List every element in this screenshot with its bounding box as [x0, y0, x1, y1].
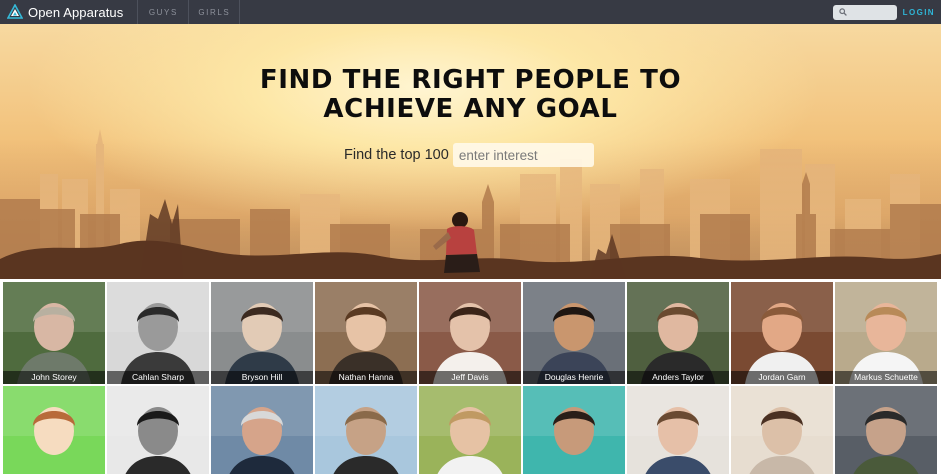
brand-name: Open Apparatus — [28, 4, 124, 20]
profile-photo — [731, 282, 833, 384]
person-tile[interactable] — [419, 386, 521, 474]
top-100-label: Find the top 100 — [344, 147, 449, 163]
profile-photo — [3, 282, 105, 384]
person-name-label: John Storey — [3, 371, 105, 384]
person-tile[interactable] — [835, 386, 937, 474]
profile-photo — [211, 282, 313, 384]
person-name-label: Douglas Henrie — [523, 371, 625, 384]
person-tile[interactable]: Nathan Hanna — [315, 282, 417, 384]
profile-photo — [523, 386, 625, 474]
profile-photo — [107, 386, 209, 474]
interest-search-form: Find the top 100 — [344, 143, 594, 167]
person-name-label: Jeff Davis — [419, 371, 521, 384]
person-name-label: Markus Schuette — [835, 371, 937, 384]
profile-photo — [627, 386, 729, 474]
person-tile[interactable]: Jeff Davis — [419, 282, 521, 384]
person-tile[interactable]: Anders Taylor — [627, 282, 729, 384]
person-tile[interactable] — [315, 386, 417, 474]
profile-photo — [419, 282, 521, 384]
people-photo-grid: John Storey Cahlan Sharp Bryson Hill Nathan… — [3, 282, 941, 474]
nav-search[interactable] — [832, 4, 897, 20]
person-name-label: Nathan Hanna — [315, 371, 417, 384]
hero-headline-line-1: FIND THE RIGHT PEOPLE TO — [259, 65, 682, 95]
profile-photo — [419, 386, 521, 474]
person-tile[interactable] — [3, 386, 105, 474]
profile-photo — [315, 282, 417, 384]
person-tile[interactable]: Cahlan Sharp — [107, 282, 209, 384]
profile-photo — [211, 386, 313, 474]
person-name-label: Bryson Hill — [211, 371, 313, 384]
person-tile[interactable] — [627, 386, 729, 474]
person-tile[interactable]: Bryson Hill — [211, 282, 313, 384]
profile-photo — [627, 282, 729, 384]
search-icon — [838, 7, 847, 16]
profile-photo — [835, 386, 937, 474]
person-tile[interactable] — [523, 386, 625, 474]
person-tile[interactable] — [731, 386, 833, 474]
person-name-label: Anders Taylor — [627, 371, 729, 384]
profile-photo — [107, 282, 209, 384]
hero-headline-line-2: ACHIEVE ANY GOAL — [323, 94, 618, 124]
nav-search-input[interactable] — [847, 4, 896, 20]
person-tile[interactable]: John Storey — [3, 282, 105, 384]
brand-home-link[interactable]: Open Apparatus — [0, 0, 139, 24]
profile-photo — [523, 282, 625, 384]
person-tile[interactable]: Jordan Garn — [731, 282, 833, 384]
person-tile[interactable]: Douglas Henrie — [523, 282, 625, 384]
person-tile[interactable]: Markus Schuette — [835, 282, 937, 384]
interest-input[interactable] — [452, 143, 594, 167]
nav-link-girls[interactable]: GIRLS — [189, 0, 241, 24]
profile-photo — [731, 386, 833, 474]
top-navbar: Open Apparatus GUYS GIRLS LOGIN — [0, 0, 941, 24]
triangle-logo-icon — [7, 4, 23, 19]
person-tile[interactable] — [211, 386, 313, 474]
profile-photo — [315, 386, 417, 474]
person-tile[interactable] — [107, 386, 209, 474]
person-name-label: Cahlan Sharp — [107, 371, 209, 384]
profile-photo — [3, 386, 105, 474]
profile-photo — [835, 282, 937, 384]
person-name-label: Jordan Garn — [731, 371, 833, 384]
nav-link-guys[interactable]: GUYS — [138, 0, 190, 24]
login-link[interactable]: LOGIN — [903, 0, 941, 24]
hero-headline: FIND THE RIGHT PEOPLE TO ACHIEVE ANY GOA… — [0, 66, 941, 124]
hero-banner: FIND THE RIGHT PEOPLE TO ACHIEVE ANY GOA… — [0, 24, 941, 279]
